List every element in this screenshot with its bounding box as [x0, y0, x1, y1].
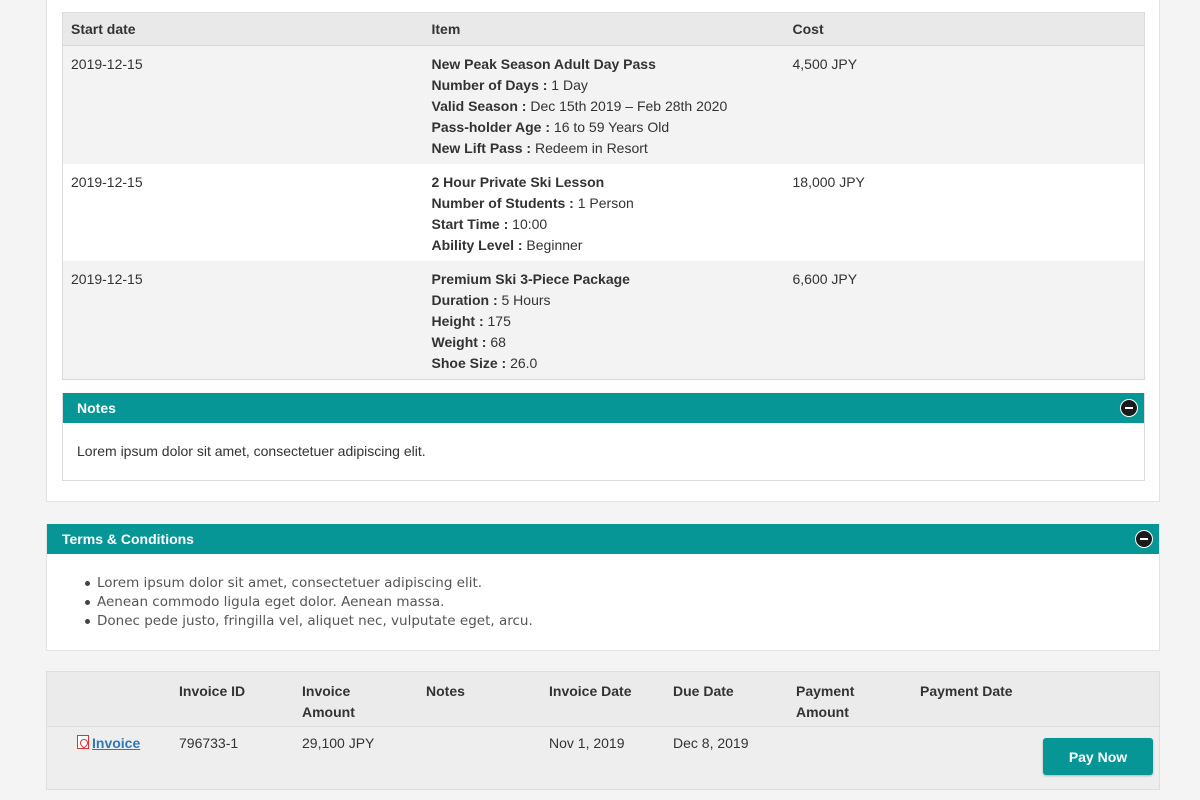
item-detail: Shoe Size : 26.0: [432, 353, 777, 374]
column-header-invoice-amount: Invoice Amount: [302, 672, 426, 727]
item-detail-label: New Lift Pass :: [431, 140, 532, 156]
item-detail: Start Time : 10:00: [432, 214, 777, 235]
invoice-document-cell: Invoice: [47, 726, 179, 790]
item-detail-value: 10:00: [508, 216, 548, 232]
order-items-table: Start date Item Cost 2019-12-15 New Peak …: [62, 12, 1145, 380]
terms-panel: Terms & Conditions Lorem ipsum dolor sit…: [46, 524, 1160, 651]
item-detail-label: Pass-holder Age :: [431, 119, 551, 135]
table-header-row: Start date Item Cost: [62, 12, 1145, 46]
start-date-cell: 2019-12-15: [62, 164, 424, 261]
item-title: 2 Hour Private Ski Lesson: [431, 174, 605, 190]
pdf-icon: [77, 734, 89, 749]
payment-amount-cell: [796, 726, 920, 790]
terms-list-item: Lorem ipsum dolor sit amet, consectetuer…: [83, 574, 1159, 593]
order-items-body: 2019-12-15 New Peak Season Adult Day Pass…: [62, 45, 1145, 380]
item-detail-label: Start Time :: [431, 216, 509, 232]
cost-cell: 4,500 JPY: [784, 45, 1145, 164]
item-detail-value: 175: [483, 313, 511, 329]
payment-date-cell: [920, 726, 1044, 790]
start-date-cell: 2019-12-15: [62, 261, 424, 380]
item-detail-label: Shoe Size :: [431, 355, 507, 371]
item-detail: Duration : 5 Hours: [432, 290, 777, 311]
invoice-date-cell: Nov 1, 2019: [549, 734, 625, 751]
column-header-item: Item: [423, 12, 785, 46]
item-title: New Peak Season Adult Day Pass: [431, 56, 656, 72]
item-detail: Ability Level : Beginner: [432, 235, 777, 256]
item-detail-value: Dec 15th 2019 – Feb 28th 2020: [526, 98, 728, 114]
column-header-due-date: Due Date: [673, 672, 796, 727]
column-header-start-date: Start date: [62, 12, 424, 46]
notes-panel-title: Notes: [77, 400, 116, 416]
item-detail-label: Number of Students :: [431, 195, 574, 211]
notes-text: Lorem ipsum dolor sit amet, consectetuer…: [77, 443, 426, 459]
invoice-amount-header-text: Invoice Amount: [302, 683, 355, 720]
item-cell: 2 Hour Private Ski Lesson Number of Stude…: [423, 164, 785, 261]
terms-list-item: Donec pede justo, fringilla vel, aliquet…: [83, 612, 1159, 631]
due-date-cell: Dec 8, 2019: [673, 734, 749, 751]
invoice-header-row: Invoice ID Invoice Amount Notes Invoice …: [47, 672, 1159, 727]
terms-list: Lorem ipsum dolor sit amet, consectetuer…: [47, 554, 1159, 631]
column-header-payment-amount: Payment Amount: [796, 672, 920, 727]
item-detail-value: 16 to 59 Years Old: [550, 119, 670, 135]
item-detail-value: 1 Person: [573, 195, 634, 211]
item-detail: Valid Season : Dec 15th 2019 – Feb 28th …: [432, 96, 777, 117]
item-detail-value: Beginner: [522, 237, 583, 253]
payment-amount-header-text: Payment Amount: [796, 683, 855, 720]
invoice-pdf-link[interactable]: Invoice: [92, 735, 140, 751]
item-detail-value: 5 Hours: [497, 292, 551, 308]
invoice-id-cell: 796733-1: [179, 734, 239, 751]
pay-now-button[interactable]: Pay Now: [1043, 738, 1153, 775]
item-cell: New Peak Season Adult Day Pass Number of …: [423, 45, 785, 164]
start-date-cell: 2019-12-15: [62, 45, 424, 164]
cost-cell: 18,000 JPY: [784, 164, 1145, 261]
item-detail: Pass-holder Age : 16 to 59 Years Old: [432, 117, 777, 138]
column-header-payment-date: Payment Date: [920, 672, 1044, 727]
item-detail-label: Weight :: [431, 334, 487, 350]
column-header-notes: Notes: [426, 672, 549, 727]
column-header-document: [47, 672, 179, 727]
item-detail-label: Valid Season :: [431, 98, 527, 114]
item-detail: New Lift Pass : Redeem in Resort: [432, 138, 777, 159]
invoice-row: Invoice 796733-1 29,100 JPY Nov 1, 2019 …: [47, 726, 1159, 790]
invoice-table: Invoice ID Invoice Amount Notes Invoice …: [47, 672, 1159, 790]
terms-panel-title: Terms & Conditions: [62, 531, 194, 547]
item-detail: Number of Days : 1 Day: [432, 75, 777, 96]
item-detail-label: Height :: [431, 313, 484, 329]
table-row: 2019-12-15 2 Hour Private Ski Lesson Numbe…: [62, 164, 1145, 261]
invoice-notes-cell: [426, 726, 549, 790]
item-detail-label: Duration :: [431, 292, 498, 308]
item-detail: Height : 175: [432, 311, 777, 332]
item-detail: Number of Students : 1 Person: [432, 193, 777, 214]
notes-panel: Notes Lorem ipsum dolor sit amet, consec…: [62, 393, 1145, 481]
item-detail-label: Ability Level :: [431, 237, 523, 253]
item-detail-value: 26.0: [506, 355, 538, 371]
invoice-section: Invoice ID Invoice Amount Notes Invoice …: [46, 671, 1160, 790]
column-header-invoice-date: Invoice Date: [549, 672, 673, 727]
item-detail-value: 1 Day: [547, 77, 588, 93]
item-detail-value: Redeem in Resort: [531, 140, 648, 156]
item-detail-value: 68: [486, 334, 506, 350]
item-title: Premium Ski 3-Piece Package: [431, 271, 630, 287]
item-detail: Weight : 68: [432, 332, 777, 353]
table-row: 2019-12-15 New Peak Season Adult Day Pass…: [62, 45, 1145, 164]
column-header-invoice-id: Invoice ID: [179, 672, 302, 727]
column-header-cost: Cost: [784, 12, 1145, 46]
terms-panel-header[interactable]: Terms & Conditions: [47, 524, 1159, 554]
table-row: 2019-12-15 Premium Ski 3-Piece Package Dur…: [62, 261, 1145, 380]
collapse-icon[interactable]: [1135, 530, 1153, 548]
invoice-amount-cell: 29,100 JPY: [302, 734, 375, 751]
item-cell: Premium Ski 3-Piece Package Duration : 5 …: [423, 261, 785, 380]
cost-cell: 6,600 JPY: [784, 261, 1145, 380]
notes-panel-header[interactable]: Notes: [63, 393, 1144, 423]
item-detail-label: Number of Days :: [431, 77, 548, 93]
column-header-action: [1044, 672, 1159, 727]
collapse-icon[interactable]: [1120, 399, 1138, 417]
terms-list-item: Aenean commodo ligula eget dolor. Aenean…: [83, 593, 1159, 612]
